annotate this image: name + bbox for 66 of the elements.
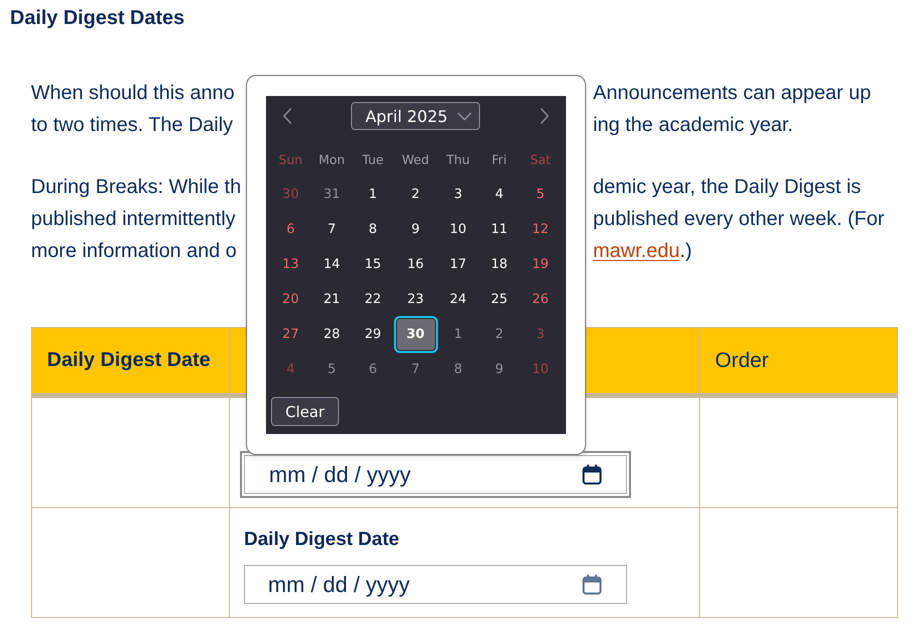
calendar-day[interactable]: 27: [272, 320, 309, 349]
calendar-day[interactable]: 4: [481, 180, 518, 209]
weekday-label: Tue: [362, 152, 384, 167]
calendar-day[interactable]: 1: [440, 320, 476, 349]
calendar-day[interactable]: 12: [522, 215, 558, 244]
calendar-day[interactable]: 13: [272, 250, 309, 279]
paragraph-text: published every other week. (For: [593, 207, 884, 232]
calendar-day[interactable]: 25: [481, 285, 518, 314]
calendar-day[interactable]: 10: [440, 215, 476, 244]
paragraph-text: When should this anno: [31, 81, 234, 106]
calendar-day[interactable]: 2: [398, 180, 434, 209]
month-dropdown[interactable]: April 2025: [351, 102, 480, 130]
paragraph-text: published intermittently: [31, 207, 236, 232]
calendar-day[interactable]: 5: [314, 355, 350, 384]
paragraph-text: to two times. The Daily: [31, 113, 233, 138]
calendar-day[interactable]: 24: [440, 285, 476, 314]
weekday-label: Sun: [278, 152, 302, 167]
calendar-day[interactable]: 22: [354, 285, 391, 314]
weekday-label: Sat: [530, 152, 551, 167]
weekday-label: Wed: [402, 152, 430, 167]
paragraph-text: ing the academic year.: [593, 113, 794, 138]
caret-icon: [456, 112, 472, 120]
paragraph-text: Announcements can appear up: [593, 81, 871, 106]
calendar-day[interactable]: 18: [481, 250, 518, 279]
calendar-day[interactable]: 7: [398, 355, 434, 384]
calendar-day[interactable]: 19: [522, 250, 558, 279]
weekday-label: Mon: [318, 152, 345, 167]
calendar-day[interactable]: 8: [354, 215, 391, 244]
calendar-day[interactable]: 8: [440, 355, 476, 384]
calendar-day[interactable]: 26: [522, 285, 558, 314]
calendar-day[interactable]: 20: [272, 285, 309, 314]
calendar-day[interactable]: 3: [440, 180, 476, 209]
calendar-day[interactable]: 31: [314, 180, 350, 209]
date-input[interactable]: mm / dd / yyyy: [240, 451, 631, 498]
paragraph-text: During Breaks: While th: [31, 175, 242, 200]
chevron-right-icon: [540, 108, 548, 124]
clear-button[interactable]: Clear: [271, 397, 339, 426]
calendar-day[interactable]: 6: [272, 215, 309, 244]
calendar-day[interactable]: 7: [314, 215, 350, 244]
weekday-label: Fri: [492, 152, 507, 167]
calendar-day[interactable]: 17: [440, 250, 476, 279]
paragraph-text: demic year, the Daily Digest is: [593, 175, 861, 200]
calendar-day[interactable]: 1: [354, 180, 391, 209]
calendar-day[interactable]: 21: [314, 285, 350, 314]
calendar-day[interactable]: 28: [314, 320, 350, 349]
page-heading: Daily Digest Dates: [9, 6, 186, 30]
calendar-day[interactable]: 14: [314, 250, 350, 279]
calendar-day[interactable]: 16: [398, 250, 434, 279]
text-link[interactable]: mawr.edu: [593, 240, 680, 262]
calendar-day[interactable]: 5: [522, 180, 558, 209]
date-input[interactable]: mm / dd / yyyy: [244, 565, 627, 604]
chevron-left-icon: [282, 108, 292, 124]
calendar-day[interactable]: 23: [398, 285, 434, 314]
weekday-label: Thu: [446, 152, 470, 167]
calendar-icon[interactable]: [582, 464, 602, 485]
paragraph-text: mawr.edu.): [593, 239, 692, 264]
calendar-day[interactable]: 29: [354, 320, 391, 349]
calendar-day[interactable]: 30: [394, 316, 438, 353]
paragraph-text: more information and o: [31, 239, 237, 264]
calendar-day[interactable]: 9: [398, 215, 434, 244]
field-label: Daily Digest Date: [244, 529, 400, 551]
calendar-day[interactable]: 6: [354, 355, 391, 384]
calendar-day[interactable]: 11: [481, 215, 518, 244]
calendar-day[interactable]: 2: [481, 320, 518, 349]
calendar-day[interactable]: 9: [481, 355, 518, 384]
calendar-day[interactable]: 15: [354, 250, 391, 279]
